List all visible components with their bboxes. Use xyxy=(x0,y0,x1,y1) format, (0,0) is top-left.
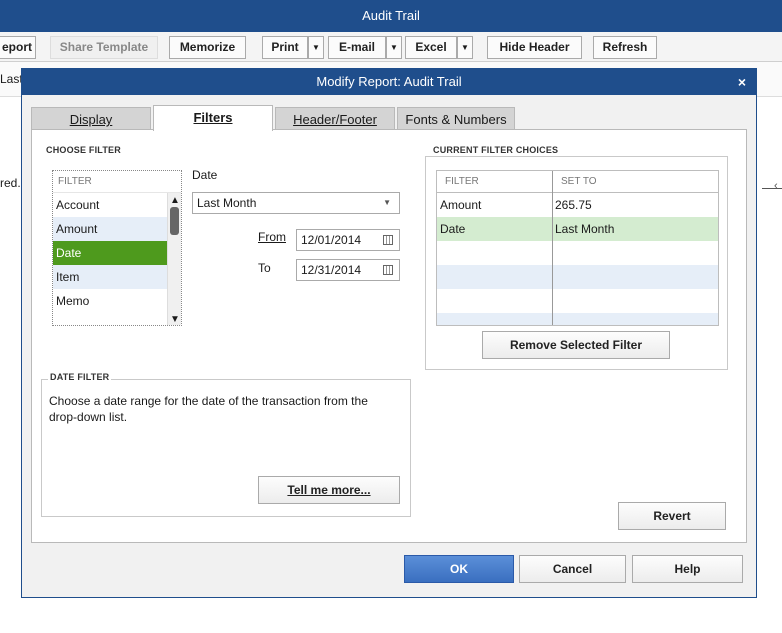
col-filter-header: FILTER xyxy=(445,176,479,187)
report-button[interactable]: eport xyxy=(0,36,36,59)
memorize-button[interactable]: Memorize xyxy=(169,36,246,59)
remove-filter-label: Remove Selected Filter xyxy=(509,338,643,352)
dialog-titlebar: Modify Report: Audit Trail × xyxy=(22,69,756,95)
table-row[interactable] xyxy=(437,265,718,289)
date-range-select[interactable]: Last Month ▼ xyxy=(192,192,400,214)
date-filter-label: DATE FILTER xyxy=(48,372,112,382)
dialog-title: Modify Report: Audit Trail xyxy=(316,74,462,89)
column-divider xyxy=(552,171,553,325)
bg-divider xyxy=(762,188,782,189)
close-icon[interactable]: × xyxy=(738,69,746,95)
list-item[interactable]: Item xyxy=(53,265,181,289)
refresh-button[interactable]: Refresh xyxy=(593,36,657,59)
email-dropdown-arrow[interactable]: ▼ xyxy=(386,36,402,59)
current-filters-label: CURRENT FILTER CHOICES xyxy=(431,145,561,155)
tab-header-footer[interactable]: Header/Footer xyxy=(275,107,395,131)
calendar-icon[interactable] xyxy=(383,235,393,245)
remove-selected-filter-button[interactable]: Remove Selected Filter xyxy=(482,331,670,359)
bg-dates-label: Last xyxy=(0,72,23,86)
tab-filters[interactable]: Filters xyxy=(153,105,273,131)
tab-fonts-numbers-label: Fonts & Numbers xyxy=(405,112,507,127)
from-date-field[interactable]: 12/01/2014 xyxy=(296,229,400,251)
app-title: Audit Trail xyxy=(0,0,782,32)
to-date-field[interactable]: 12/31/2014 xyxy=(296,259,400,281)
current-filters-table[interactable]: FILTER SET TO Amount 265.75 Date Last Mo… xyxy=(436,170,719,326)
tell-me-more-label: Tell me more... xyxy=(287,483,371,497)
row-filter-cell: Amount xyxy=(440,198,482,212)
to-label: To xyxy=(258,261,271,275)
hide-header-button[interactable]: Hide Header xyxy=(487,36,582,59)
date-filter-description: Choose a date range for the date of the … xyxy=(49,394,368,424)
list-item[interactable]: Date xyxy=(53,241,181,265)
list-item[interactable]: Memo xyxy=(53,289,181,313)
email-button[interactable]: E-mail xyxy=(328,36,386,59)
table-row[interactable] xyxy=(437,241,718,265)
filter-list[interactable]: FILTER Account Amount Date Item Memo ▲ ▼ xyxy=(52,170,182,326)
to-date-value: 12/31/2014 xyxy=(301,263,362,277)
bg-arrow-icon: ‹ xyxy=(774,180,778,192)
calendar-icon[interactable] xyxy=(383,265,393,275)
tell-me-more-button[interactable]: Tell me more... xyxy=(258,476,400,504)
row-filter-cell: Date xyxy=(440,222,466,236)
table-row[interactable] xyxy=(437,313,718,325)
share-template-button[interactable]: Share Template xyxy=(50,36,158,59)
print-button[interactable]: Print xyxy=(262,36,308,59)
modify-report-dialog: Modify Report: Audit Trail × Display Fil… xyxy=(21,68,757,598)
bg-report-text: red. xyxy=(0,176,21,190)
chevron-down-icon: ▼ xyxy=(383,198,391,207)
table-row[interactable]: Amount 265.75 xyxy=(437,193,718,217)
row-set-to-cell: 265.75 xyxy=(555,198,592,212)
table-row[interactable] xyxy=(437,289,718,313)
revert-label: Revert xyxy=(653,509,691,523)
filter-list-scrollbar[interactable]: ▲ ▼ xyxy=(167,193,181,325)
print-dropdown-arrow[interactable]: ▼ xyxy=(308,36,324,59)
excel-button[interactable]: Excel xyxy=(405,36,457,59)
cancel-button[interactable]: Cancel xyxy=(519,555,626,583)
tab-header-footer-label: Header/Footer xyxy=(293,112,377,127)
scroll-thumb[interactable] xyxy=(170,207,179,235)
revert-button[interactable]: Revert xyxy=(618,502,726,530)
help-button[interactable]: Help xyxy=(632,555,743,583)
excel-dropdown-arrow[interactable]: ▼ xyxy=(457,36,473,59)
date-range-value: Last Month xyxy=(197,196,257,210)
report-toolbar: eport Share Template Memorize Print ▼ E-… xyxy=(0,32,782,62)
row-set-to-cell: Last Month xyxy=(555,222,615,236)
scroll-up-icon[interactable]: ▲ xyxy=(170,195,180,206)
table-row[interactable]: Date Last Month xyxy=(437,217,718,241)
scroll-down-icon[interactable]: ▼ xyxy=(170,314,180,325)
from-date-value: 12/01/2014 xyxy=(301,233,362,247)
filters-panel: CHOOSE FILTER FILTER Account Amount Date… xyxy=(31,129,747,543)
filter-list-header: FILTER xyxy=(53,171,181,193)
tab-display[interactable]: Display xyxy=(31,107,151,131)
tab-display-label: Display xyxy=(69,112,113,127)
list-item[interactable]: Account xyxy=(53,193,181,217)
ok-button[interactable]: OK xyxy=(404,555,514,583)
tab-filters-label: Filters xyxy=(193,110,233,125)
tab-fonts-numbers[interactable]: Fonts & Numbers xyxy=(397,107,515,131)
choose-filter-label: CHOOSE FILTER xyxy=(46,145,121,155)
from-label: From xyxy=(258,230,286,244)
col-set-to-header: SET TO xyxy=(561,176,597,187)
list-item[interactable]: Amount xyxy=(53,217,181,241)
table-header: FILTER SET TO xyxy=(437,171,718,193)
date-label: Date xyxy=(192,168,218,182)
